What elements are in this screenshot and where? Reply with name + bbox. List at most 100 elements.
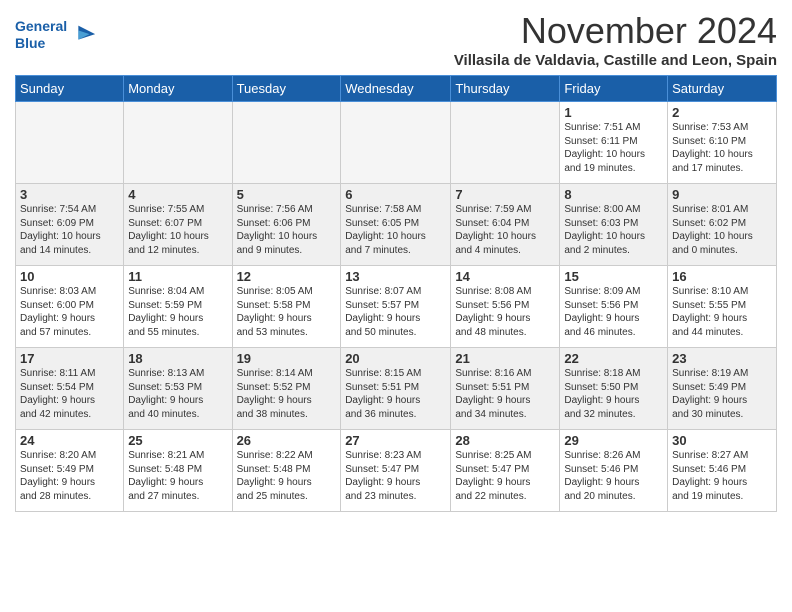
logo-text-general: General: [15, 18, 67, 34]
calendar-day: 27Sunrise: 8:23 AM Sunset: 5:47 PM Dayli…: [341, 430, 451, 512]
day-number: 16: [672, 269, 772, 284]
month-title: November 2024: [454, 10, 777, 52]
day-info: Sunrise: 8:25 AM Sunset: 5:47 PM Dayligh…: [455, 449, 555, 503]
day-info: Sunrise: 8:11 AM Sunset: 5:54 PM Dayligh…: [20, 367, 119, 421]
day-info: Sunrise: 7:53 AM Sunset: 6:10 PM Dayligh…: [672, 121, 772, 175]
day-number: 19: [237, 351, 337, 366]
day-number: 29: [564, 433, 663, 448]
day-number: 17: [20, 351, 119, 366]
day-number: 13: [345, 269, 446, 284]
calendar-week-row: 17Sunrise: 8:11 AM Sunset: 5:54 PM Dayli…: [16, 348, 777, 430]
day-number: 10: [20, 269, 119, 284]
day-info: Sunrise: 8:13 AM Sunset: 5:53 PM Dayligh…: [128, 367, 227, 421]
day-number: 23: [672, 351, 772, 366]
calendar-day: 16Sunrise: 8:10 AM Sunset: 5:55 PM Dayli…: [668, 266, 777, 348]
day-info: Sunrise: 8:26 AM Sunset: 5:46 PM Dayligh…: [564, 449, 663, 503]
weekday-header-saturday: Saturday: [668, 76, 777, 102]
calendar-day: 2Sunrise: 7:53 AM Sunset: 6:10 PM Daylig…: [668, 102, 777, 184]
day-number: 18: [128, 351, 227, 366]
weekday-header-tuesday: Tuesday: [232, 76, 341, 102]
day-number: 26: [237, 433, 337, 448]
day-info: Sunrise: 8:05 AM Sunset: 5:58 PM Dayligh…: [237, 285, 337, 339]
calendar-day: 30Sunrise: 8:27 AM Sunset: 5:46 PM Dayli…: [668, 430, 777, 512]
calendar-header-row: SundayMondayTuesdayWednesdayThursdayFrid…: [16, 76, 777, 102]
day-number: 7: [455, 187, 555, 202]
calendar-day: 5Sunrise: 7:56 AM Sunset: 6:06 PM Daylig…: [232, 184, 341, 266]
day-info: Sunrise: 7:54 AM Sunset: 6:09 PM Dayligh…: [20, 203, 119, 257]
calendar-day: 8Sunrise: 8:00 AM Sunset: 6:03 PM Daylig…: [560, 184, 668, 266]
day-info: Sunrise: 8:18 AM Sunset: 5:50 PM Dayligh…: [564, 367, 663, 421]
calendar-day: [451, 102, 560, 184]
day-number: 6: [345, 187, 446, 202]
calendar-day: 11Sunrise: 8:04 AM Sunset: 5:59 PM Dayli…: [124, 266, 232, 348]
day-info: Sunrise: 8:03 AM Sunset: 6:00 PM Dayligh…: [20, 285, 119, 339]
calendar-day: 23Sunrise: 8:19 AM Sunset: 5:49 PM Dayli…: [668, 348, 777, 430]
calendar-day: 19Sunrise: 8:14 AM Sunset: 5:52 PM Dayli…: [232, 348, 341, 430]
calendar-day: 10Sunrise: 8:03 AM Sunset: 6:00 PM Dayli…: [16, 266, 124, 348]
day-info: Sunrise: 8:07 AM Sunset: 5:57 PM Dayligh…: [345, 285, 446, 339]
day-info: Sunrise: 7:58 AM Sunset: 6:05 PM Dayligh…: [345, 203, 446, 257]
calendar-week-row: 10Sunrise: 8:03 AM Sunset: 6:00 PM Dayli…: [16, 266, 777, 348]
day-number: 8: [564, 187, 663, 202]
day-number: 9: [672, 187, 772, 202]
day-info: Sunrise: 8:08 AM Sunset: 5:56 PM Dayligh…: [455, 285, 555, 339]
calendar-day: [341, 102, 451, 184]
calendar-day: 7Sunrise: 7:59 AM Sunset: 6:04 PM Daylig…: [451, 184, 560, 266]
calendar-table: SundayMondayTuesdayWednesdayThursdayFrid…: [15, 75, 777, 512]
page-header: General Blue November 2024 Villasila de …: [15, 10, 777, 69]
day-info: Sunrise: 8:00 AM Sunset: 6:03 PM Dayligh…: [564, 203, 663, 257]
calendar-day: 24Sunrise: 8:20 AM Sunset: 5:49 PM Dayli…: [16, 430, 124, 512]
day-number: 25: [128, 433, 227, 448]
day-info: Sunrise: 8:21 AM Sunset: 5:48 PM Dayligh…: [128, 449, 227, 503]
calendar-day: 20Sunrise: 8:15 AM Sunset: 5:51 PM Dayli…: [341, 348, 451, 430]
day-number: 11: [128, 269, 227, 284]
calendar-day: 6Sunrise: 7:58 AM Sunset: 6:05 PM Daylig…: [341, 184, 451, 266]
calendar-day: 15Sunrise: 8:09 AM Sunset: 5:56 PM Dayli…: [560, 266, 668, 348]
day-number: 3: [20, 187, 119, 202]
day-info: Sunrise: 7:55 AM Sunset: 6:07 PM Dayligh…: [128, 203, 227, 257]
calendar-week-row: 1Sunrise: 7:51 AM Sunset: 6:11 PM Daylig…: [16, 102, 777, 184]
calendar-day: 28Sunrise: 8:25 AM Sunset: 5:47 PM Dayli…: [451, 430, 560, 512]
day-info: Sunrise: 8:27 AM Sunset: 5:46 PM Dayligh…: [672, 449, 772, 503]
day-info: Sunrise: 8:20 AM Sunset: 5:49 PM Dayligh…: [20, 449, 119, 503]
day-number: 12: [237, 269, 337, 284]
day-info: Sunrise: 8:14 AM Sunset: 5:52 PM Dayligh…: [237, 367, 337, 421]
calendar-day: [16, 102, 124, 184]
calendar-day: 12Sunrise: 8:05 AM Sunset: 5:58 PM Dayli…: [232, 266, 341, 348]
day-number: 21: [455, 351, 555, 366]
calendar-day: 3Sunrise: 7:54 AM Sunset: 6:09 PM Daylig…: [16, 184, 124, 266]
calendar-week-row: 3Sunrise: 7:54 AM Sunset: 6:09 PM Daylig…: [16, 184, 777, 266]
day-number: 20: [345, 351, 446, 366]
calendar-day: 9Sunrise: 8:01 AM Sunset: 6:02 PM Daylig…: [668, 184, 777, 266]
weekday-header-wednesday: Wednesday: [341, 76, 451, 102]
weekday-header-monday: Monday: [124, 76, 232, 102]
day-number: 24: [20, 433, 119, 448]
day-info: Sunrise: 8:04 AM Sunset: 5:59 PM Dayligh…: [128, 285, 227, 339]
calendar-day: 13Sunrise: 8:07 AM Sunset: 5:57 PM Dayli…: [341, 266, 451, 348]
calendar-day: 25Sunrise: 8:21 AM Sunset: 5:48 PM Dayli…: [124, 430, 232, 512]
calendar-day: 1Sunrise: 7:51 AM Sunset: 6:11 PM Daylig…: [560, 102, 668, 184]
logo: General Blue: [15, 18, 97, 52]
logo-text-blue: Blue: [15, 35, 45, 51]
day-number: 28: [455, 433, 555, 448]
day-info: Sunrise: 7:56 AM Sunset: 6:06 PM Dayligh…: [237, 203, 337, 257]
day-number: 4: [128, 187, 227, 202]
calendar-day: 4Sunrise: 7:55 AM Sunset: 6:07 PM Daylig…: [124, 184, 232, 266]
day-info: Sunrise: 7:59 AM Sunset: 6:04 PM Dayligh…: [455, 203, 555, 257]
calendar-week-row: 24Sunrise: 8:20 AM Sunset: 5:49 PM Dayli…: [16, 430, 777, 512]
calendar-day: 26Sunrise: 8:22 AM Sunset: 5:48 PM Dayli…: [232, 430, 341, 512]
logo-icon: [69, 21, 97, 49]
calendar-day: 18Sunrise: 8:13 AM Sunset: 5:53 PM Dayli…: [124, 348, 232, 430]
calendar-day: [124, 102, 232, 184]
day-info: Sunrise: 8:01 AM Sunset: 6:02 PM Dayligh…: [672, 203, 772, 257]
day-info: Sunrise: 8:09 AM Sunset: 5:56 PM Dayligh…: [564, 285, 663, 339]
day-number: 30: [672, 433, 772, 448]
location-title: Villasila de Valdavia, Castille and Leon…: [454, 52, 777, 69]
weekday-header-friday: Friday: [560, 76, 668, 102]
day-number: 14: [455, 269, 555, 284]
day-number: 5: [237, 187, 337, 202]
calendar-day: 22Sunrise: 8:18 AM Sunset: 5:50 PM Dayli…: [560, 348, 668, 430]
day-number: 22: [564, 351, 663, 366]
day-number: 2: [672, 105, 772, 120]
calendar-day: 14Sunrise: 8:08 AM Sunset: 5:56 PM Dayli…: [451, 266, 560, 348]
